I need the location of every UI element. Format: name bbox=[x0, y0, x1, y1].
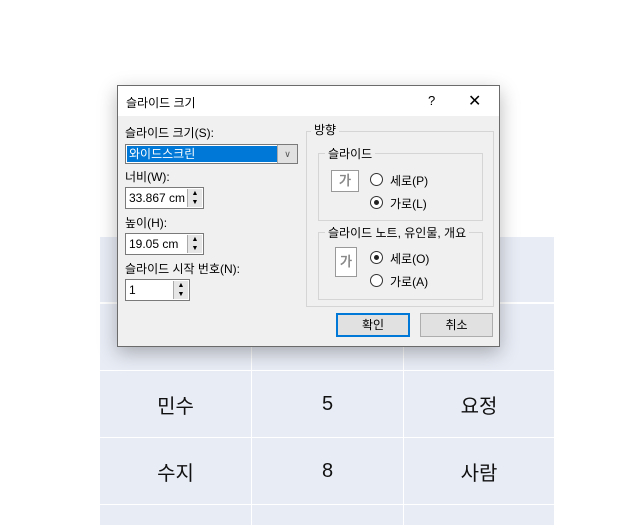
table-cell bbox=[252, 505, 403, 525]
slides-landscape-label[interactable]: 가로(L) bbox=[390, 195, 427, 212]
notes-landscape-label[interactable]: 가로(A) bbox=[390, 273, 428, 290]
notes-group-label: 슬라이드 노트, 유인물, 개요 bbox=[325, 224, 470, 241]
start-number-input[interactable]: 1 ▲ ▼ bbox=[125, 279, 190, 301]
width-input[interactable]: 33.867 cm ▲ ▼ bbox=[125, 187, 204, 209]
slides-portrait-label[interactable]: 세로(P) bbox=[390, 172, 428, 189]
help-button[interactable]: ? bbox=[428, 93, 435, 108]
landscape-page-icon: 가 bbox=[331, 170, 359, 192]
width-spinner[interactable]: ▲ ▼ bbox=[187, 189, 202, 207]
title-bar: 슬라이드 크기 ? ✕ bbox=[118, 86, 499, 116]
close-button[interactable]: ✕ bbox=[468, 91, 481, 111]
slides-orientation-group: 슬라이드 가 세로(P) 가로(L) bbox=[318, 145, 483, 221]
table-cell: 요정 bbox=[404, 371, 554, 437]
ok-button[interactable]: 확인 bbox=[336, 313, 410, 337]
table-cell bbox=[100, 505, 251, 525]
table-cell: 8 bbox=[252, 438, 403, 504]
notes-orientation-group: 슬라이드 노트, 유인물, 개요 가 세로(O) 가로(A) bbox=[318, 224, 483, 300]
portrait-page-icon: 가 bbox=[335, 247, 357, 277]
notes-portrait-radio[interactable] bbox=[370, 251, 383, 264]
start-number-value: 1 bbox=[129, 283, 136, 297]
width-label: 너비(W): bbox=[125, 170, 170, 184]
orientation-label: 방향 bbox=[311, 121, 340, 138]
cancel-button[interactable]: 취소 bbox=[420, 313, 493, 337]
table-cell bbox=[404, 505, 554, 525]
height-value: 19.05 cm bbox=[129, 237, 179, 251]
height-spinner[interactable]: ▲ ▼ bbox=[187, 235, 202, 253]
orientation-group: 방향 슬라이드 가 세로(P) 가로(L) 슬라이드 노트, 유인물, 개요 가… bbox=[306, 121, 494, 307]
slide-size-label: 슬라이드 크기(S): bbox=[125, 126, 214, 140]
table-cell: 민수 bbox=[100, 371, 251, 437]
start-number-spinner[interactable]: ▲ ▼ bbox=[173, 281, 188, 299]
slide-size-select[interactable]: 와이드스크린 ∨ bbox=[125, 144, 298, 164]
notes-landscape-radio[interactable] bbox=[370, 274, 383, 287]
width-value: 33.867 cm bbox=[129, 191, 186, 205]
notes-portrait-label[interactable]: 세로(O) bbox=[390, 250, 429, 267]
slides-group-label: 슬라이드 bbox=[325, 145, 376, 162]
slide-size-dialog: 슬라이드 크기 ? ✕ 슬라이드 크기(S): 와이드스크린 ∨ 너비(W): … bbox=[117, 85, 500, 347]
dialog-title: 슬라이드 크기 bbox=[126, 96, 196, 110]
slide-size-value: 와이드스크린 bbox=[127, 146, 277, 162]
table-cell: 사람 bbox=[404, 438, 554, 504]
height-label: 높이(H): bbox=[125, 216, 168, 230]
chevron-down-icon[interactable]: ∨ bbox=[277, 145, 297, 163]
table-cell: 수지 bbox=[100, 438, 251, 504]
table-cell: 5 bbox=[252, 371, 403, 437]
height-input[interactable]: 19.05 cm ▲ ▼ bbox=[125, 233, 204, 255]
start-number-label: 슬라이드 시작 번호(N): bbox=[125, 262, 240, 276]
slides-portrait-radio[interactable] bbox=[370, 173, 383, 186]
slides-landscape-radio[interactable] bbox=[370, 196, 383, 209]
